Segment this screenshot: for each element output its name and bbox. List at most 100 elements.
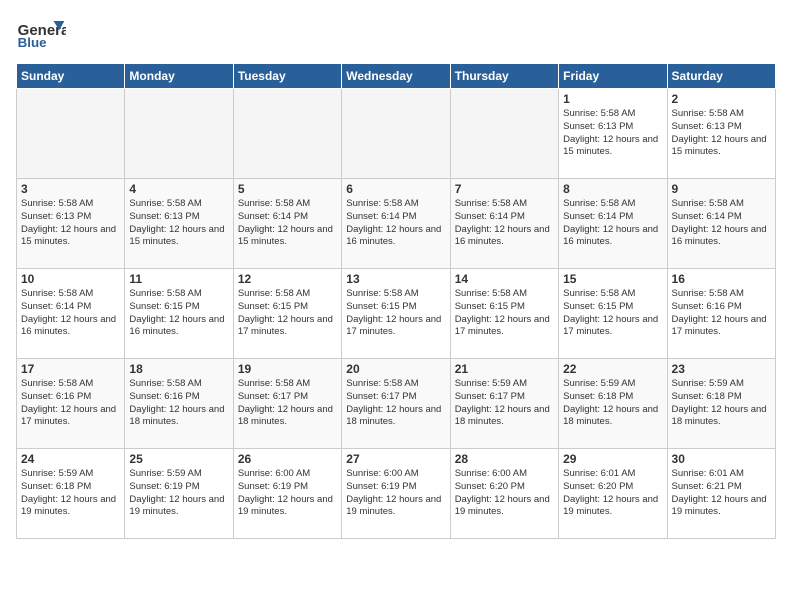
day-number: 29 bbox=[563, 452, 662, 466]
day-number: 3 bbox=[21, 182, 120, 196]
calendar-cell: 22 Sunrise: 5:59 AM Sunset: 6:18 PM Dayli… bbox=[559, 359, 667, 449]
day-info: Sunrise: 6:00 AM Sunset: 6:19 PM Dayligh… bbox=[238, 468, 337, 519]
svg-text:Blue: Blue bbox=[18, 35, 47, 50]
day-info: Sunrise: 5:58 AM Sunset: 6:14 PM Dayligh… bbox=[346, 198, 445, 249]
calendar-cell bbox=[233, 89, 341, 179]
day-number: 30 bbox=[672, 452, 771, 466]
calendar-cell: 27 Sunrise: 6:00 AM Sunset: 6:19 PM Dayli… bbox=[342, 449, 450, 539]
calendar-cell: 19 Sunrise: 5:58 AM Sunset: 6:17 PM Dayli… bbox=[233, 359, 341, 449]
day-info: Sunrise: 5:58 AM Sunset: 6:14 PM Dayligh… bbox=[672, 198, 771, 249]
calendar-cell bbox=[450, 89, 558, 179]
day-info: Sunrise: 5:58 AM Sunset: 6:13 PM Dayligh… bbox=[563, 108, 662, 159]
weekday-header-wednesday: Wednesday bbox=[342, 64, 450, 89]
week-row-4: 17 Sunrise: 5:58 AM Sunset: 6:16 PM Dayli… bbox=[17, 359, 776, 449]
day-number: 15 bbox=[563, 272, 662, 286]
calendar-cell: 10 Sunrise: 5:58 AM Sunset: 6:14 PM Dayli… bbox=[17, 269, 125, 359]
logo: GeneralBlue bbox=[16, 16, 68, 51]
week-row-3: 10 Sunrise: 5:58 AM Sunset: 6:14 PM Dayli… bbox=[17, 269, 776, 359]
calendar-cell: 14Sunrise: 5:58 AM Sunset: 6:15 PM Dayli… bbox=[450, 269, 558, 359]
calendar-cell: 6 Sunrise: 5:58 AM Sunset: 6:14 PM Daylig… bbox=[342, 179, 450, 269]
day-info: Sunrise: 5:58 AM Sunset: 6:14 PM Dayligh… bbox=[563, 198, 662, 249]
day-number: 25 bbox=[129, 452, 228, 466]
calendar-cell: 4Sunrise: 5:58 AM Sunset: 6:13 PM Daylig… bbox=[125, 179, 233, 269]
calendar-cell: 28 Sunrise: 6:00 AM Sunset: 6:20 PM Dayli… bbox=[450, 449, 558, 539]
weekday-header-thursday: Thursday bbox=[450, 64, 558, 89]
day-info: Sunrise: 5:58 AM Sunset: 6:14 PM Dayligh… bbox=[238, 198, 337, 249]
weekday-header-friday: Friday bbox=[559, 64, 667, 89]
day-number: 20 bbox=[346, 362, 445, 376]
day-info: Sunrise: 5:59 AM Sunset: 6:18 PM Dayligh… bbox=[672, 378, 771, 429]
calendar-cell bbox=[17, 89, 125, 179]
calendar-cell: 30 Sunrise: 6:01 AM Sunset: 6:21 PM Dayli… bbox=[667, 449, 775, 539]
day-number: 6 bbox=[346, 182, 445, 196]
day-info: Sunrise: 5:58 AM Sunset: 6:15 PM Dayligh… bbox=[238, 288, 337, 339]
day-info: Sunrise: 5:58 AM Sunset: 6:16 PM Dayligh… bbox=[129, 378, 228, 429]
weekday-header-tuesday: Tuesday bbox=[233, 64, 341, 89]
day-number: 8 bbox=[563, 182, 662, 196]
day-info: Sunrise: 5:58 AM Sunset: 6:17 PM Dayligh… bbox=[238, 378, 337, 429]
day-number: 18 bbox=[129, 362, 228, 376]
calendar-cell: 21 Sunrise: 5:59 AM Sunset: 6:17 PM Dayli… bbox=[450, 359, 558, 449]
weekday-header-row: SundayMondayTuesdayWednesdayThursdayFrid… bbox=[17, 64, 776, 89]
calendar-cell: 26 Sunrise: 6:00 AM Sunset: 6:19 PM Dayli… bbox=[233, 449, 341, 539]
calendar-cell: 5Sunrise: 5:58 AM Sunset: 6:14 PM Daylig… bbox=[233, 179, 341, 269]
day-number: 2 bbox=[672, 92, 771, 106]
day-number: 17 bbox=[21, 362, 120, 376]
day-number: 12 bbox=[238, 272, 337, 286]
weekday-header-saturday: Saturday bbox=[667, 64, 775, 89]
day-number: 19 bbox=[238, 362, 337, 376]
day-info: Sunrise: 5:59 AM Sunset: 6:17 PM Dayligh… bbox=[455, 378, 554, 429]
calendar-cell: 3 Sunrise: 5:58 AM Sunset: 6:13 PM Daylig… bbox=[17, 179, 125, 269]
week-row-2: 3 Sunrise: 5:58 AM Sunset: 6:13 PM Daylig… bbox=[17, 179, 776, 269]
day-number: 24 bbox=[21, 452, 120, 466]
day-info: Sunrise: 5:58 AM Sunset: 6:15 PM Dayligh… bbox=[129, 288, 228, 339]
day-number: 26 bbox=[238, 452, 337, 466]
day-number: 14 bbox=[455, 272, 554, 286]
logo-icon: GeneralBlue bbox=[16, 16, 66, 51]
calendar-cell: 16Sunrise: 5:58 AM Sunset: 6:16 PM Dayli… bbox=[667, 269, 775, 359]
calendar-cell: 29Sunrise: 6:01 AM Sunset: 6:20 PM Dayli… bbox=[559, 449, 667, 539]
calendar-cell bbox=[342, 89, 450, 179]
calendar-cell: 9 Sunrise: 5:58 AM Sunset: 6:14 PM Daylig… bbox=[667, 179, 775, 269]
day-info: Sunrise: 5:58 AM Sunset: 6:13 PM Dayligh… bbox=[21, 198, 120, 249]
page-header: GeneralBlue bbox=[16, 16, 776, 51]
day-info: Sunrise: 5:58 AM Sunset: 6:14 PM Dayligh… bbox=[455, 198, 554, 249]
weekday-header-monday: Monday bbox=[125, 64, 233, 89]
day-number: 9 bbox=[672, 182, 771, 196]
day-number: 28 bbox=[455, 452, 554, 466]
day-info: Sunrise: 6:00 AM Sunset: 6:20 PM Dayligh… bbox=[455, 468, 554, 519]
day-info: Sunrise: 5:58 AM Sunset: 6:14 PM Dayligh… bbox=[21, 288, 120, 339]
day-info: Sunrise: 6:01 AM Sunset: 6:21 PM Dayligh… bbox=[672, 468, 771, 519]
calendar-cell: 7Sunrise: 5:58 AM Sunset: 6:14 PM Daylig… bbox=[450, 179, 558, 269]
day-number: 1 bbox=[563, 92, 662, 106]
calendar-cell: 18 Sunrise: 5:58 AM Sunset: 6:16 PM Dayli… bbox=[125, 359, 233, 449]
calendar-cell: 25Sunrise: 5:59 AM Sunset: 6:19 PM Dayli… bbox=[125, 449, 233, 539]
day-number: 10 bbox=[21, 272, 120, 286]
week-row-5: 24Sunrise: 5:59 AM Sunset: 6:18 PM Dayli… bbox=[17, 449, 776, 539]
day-number: 21 bbox=[455, 362, 554, 376]
calendar-cell: 11 Sunrise: 5:58 AM Sunset: 6:15 PM Dayli… bbox=[125, 269, 233, 359]
day-number: 23 bbox=[672, 362, 771, 376]
day-number: 22 bbox=[563, 362, 662, 376]
calendar-cell: 24Sunrise: 5:59 AM Sunset: 6:18 PM Dayli… bbox=[17, 449, 125, 539]
weekday-header-sunday: Sunday bbox=[17, 64, 125, 89]
day-number: 27 bbox=[346, 452, 445, 466]
day-info: Sunrise: 5:58 AM Sunset: 6:16 PM Dayligh… bbox=[21, 378, 120, 429]
calendar-cell: 2 Sunrise: 5:58 AM Sunset: 6:13 PM Daylig… bbox=[667, 89, 775, 179]
day-number: 16 bbox=[672, 272, 771, 286]
day-info: Sunrise: 6:00 AM Sunset: 6:19 PM Dayligh… bbox=[346, 468, 445, 519]
day-info: Sunrise: 5:58 AM Sunset: 6:13 PM Dayligh… bbox=[129, 198, 228, 249]
calendar-cell: 1 Sunrise: 5:58 AM Sunset: 6:13 PM Daylig… bbox=[559, 89, 667, 179]
day-info: Sunrise: 5:58 AM Sunset: 6:13 PM Dayligh… bbox=[672, 108, 771, 159]
day-info: Sunrise: 5:58 AM Sunset: 6:17 PM Dayligh… bbox=[346, 378, 445, 429]
calendar-cell bbox=[125, 89, 233, 179]
calendar-cell: 23 Sunrise: 5:59 AM Sunset: 6:18 PM Dayli… bbox=[667, 359, 775, 449]
calendar-cell: 20 Sunrise: 5:58 AM Sunset: 6:17 PM Dayli… bbox=[342, 359, 450, 449]
day-number: 11 bbox=[129, 272, 228, 286]
day-number: 13 bbox=[346, 272, 445, 286]
calendar-cell: 15 Sunrise: 5:58 AM Sunset: 6:15 PM Dayli… bbox=[559, 269, 667, 359]
calendar-cell: 8 Sunrise: 5:58 AM Sunset: 6:14 PM Daylig… bbox=[559, 179, 667, 269]
day-info: Sunrise: 5:58 AM Sunset: 6:15 PM Dayligh… bbox=[563, 288, 662, 339]
day-info: Sunrise: 5:59 AM Sunset: 6:18 PM Dayligh… bbox=[563, 378, 662, 429]
calendar-cell: 12 Sunrise: 5:58 AM Sunset: 6:15 PM Dayli… bbox=[233, 269, 341, 359]
